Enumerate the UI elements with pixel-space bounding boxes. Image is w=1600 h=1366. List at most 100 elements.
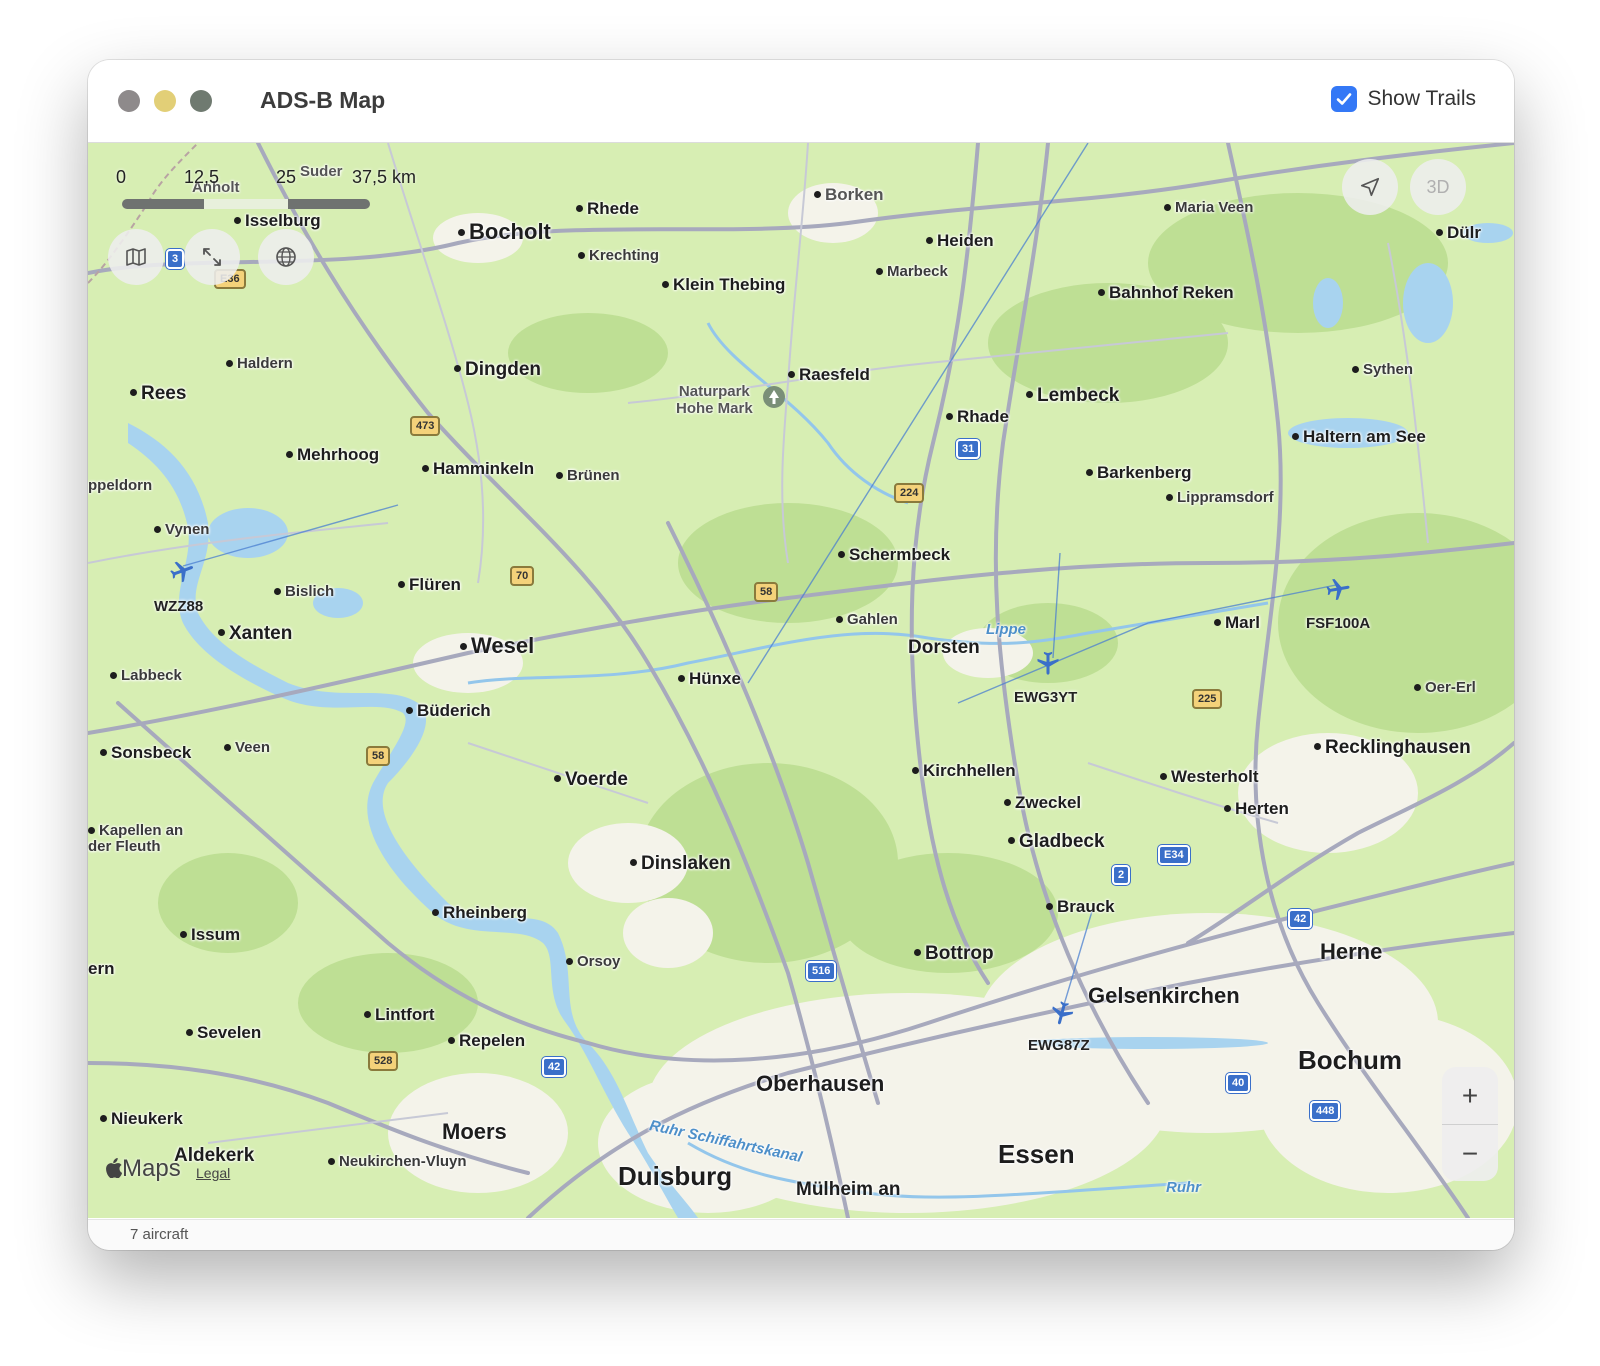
aircraft-callsign: EWG87Z — [1028, 1037, 1090, 1054]
aircraft-marker[interactable] — [1324, 575, 1352, 603]
location-arrow-icon — [1360, 177, 1380, 197]
road-shield: 58 — [754, 582, 779, 602]
map-type-button[interactable] — [108, 229, 164, 285]
close-button[interactable] — [118, 90, 140, 112]
place-label: Rees — [130, 383, 186, 405]
road-shield: 225 — [1192, 689, 1223, 709]
place-label: Bahnhof Reken — [1098, 283, 1234, 303]
place-label: Orsoy — [566, 953, 620, 970]
airplane-icon — [1326, 578, 1350, 601]
three-d-button[interactable]: 3D — [1410, 159, 1466, 215]
road-shield: 448 — [1310, 1101, 1341, 1121]
legal-link[interactable]: Legal — [196, 1165, 230, 1181]
place-label: Aldekerk — [174, 1145, 255, 1166]
road-shield: 70 — [510, 566, 535, 586]
place-label: Suder — [300, 163, 343, 180]
road-shield: E34 — [1158, 845, 1190, 865]
place-label: Schermbeck — [838, 545, 950, 565]
place-label: Vynen — [154, 521, 209, 538]
place-label: Mülheim an — [796, 1179, 901, 1200]
show-trails-label: Show Trails — [1367, 87, 1476, 110]
place-label: Gahlen — [836, 611, 898, 628]
place-label: Bislich — [274, 583, 334, 600]
airplane-icon — [1037, 651, 1059, 675]
scale-label: 0 — [116, 167, 127, 187]
place-label: Gladbeck — [1008, 831, 1105, 853]
place-label: Lippramsdorf — [1166, 489, 1274, 506]
place-label: Westerholt — [1160, 767, 1259, 787]
maps-attribution: Maps — [104, 1155, 181, 1183]
aircraft-callsign: EWG3YT — [1014, 689, 1078, 706]
place-label: Oer-Erl — [1414, 679, 1476, 696]
place-label: Bochum — [1298, 1045, 1402, 1075]
river-label: Ruhr — [1166, 1179, 1201, 1196]
airplane-icon — [170, 561, 194, 583]
place-label: Recklinghausen — [1314, 737, 1471, 759]
status-bar: 7 aircraft — [88, 1219, 1514, 1250]
show-trails-toggle[interactable]: Show Trails — [1331, 86, 1476, 112]
place-label: Essen — [998, 1139, 1075, 1169]
road-shield: 3 — [166, 249, 185, 269]
place-label: Sonsbeck — [100, 743, 191, 763]
place-label: Wesel — [460, 633, 534, 659]
aircraft-marker[interactable] — [168, 557, 196, 585]
road-shield: 31 — [956, 439, 981, 459]
expand-button[interactable] — [184, 229, 240, 285]
place-label: Isselburg — [234, 211, 321, 231]
location-button[interactable] — [1342, 159, 1398, 215]
zoom-control: + − — [1442, 1067, 1498, 1181]
place-label: Rhede — [576, 199, 639, 219]
globe-button[interactable] — [258, 229, 314, 285]
place-label: Neukirchen-Vluyn — [328, 1153, 467, 1170]
window-title: ADS-B Map — [260, 87, 386, 113]
map-view[interactable]: 473 31 224 70 58 225 58 2 E34 42 516 42 … — [88, 143, 1514, 1218]
place-label: Oberhausen — [756, 1071, 885, 1096]
place-label: Haltern am See — [1292, 427, 1426, 447]
place-label: Labbeck — [110, 667, 182, 684]
maximize-button[interactable] — [190, 90, 212, 112]
road-shield: 473 — [410, 416, 441, 436]
road-shield: 528 — [368, 1051, 399, 1071]
aircraft-marker[interactable] — [1034, 649, 1062, 677]
scale-label: 12,5 — [184, 167, 220, 187]
place-label: Mehrhoog — [286, 445, 379, 465]
place-label: Krechting — [578, 247, 659, 264]
maps-attribution-text: Maps — [122, 1155, 181, 1182]
place-label: Sythen — [1352, 361, 1413, 378]
checkmark-icon — [1337, 93, 1352, 105]
show-trails-checkbox[interactable] — [1331, 86, 1358, 112]
place-label: Lembeck — [1026, 385, 1119, 407]
place-label: Brünen — [556, 467, 620, 484]
zoom-in-button[interactable]: + — [1442, 1067, 1498, 1125]
scale-label: 37,5 km — [352, 167, 417, 187]
place-label: Gelsenkirchen — [1088, 983, 1240, 1008]
scale-label: 25 — [276, 167, 297, 187]
place-label: Rhade — [946, 407, 1009, 427]
road-shield: 224 — [894, 483, 925, 503]
park-icon — [763, 386, 785, 408]
place-label: Klein Thebing — [662, 275, 785, 295]
place-label: Barkenberg — [1086, 463, 1191, 483]
place-label: ppeldorn — [88, 477, 153, 494]
aircraft-marker[interactable] — [1048, 999, 1076, 1027]
place-label: Dorsten — [908, 637, 980, 658]
place-label: Büderich — [406, 701, 491, 721]
expand-icon — [203, 248, 221, 266]
minimize-button[interactable] — [154, 90, 176, 112]
place-label: Bocholt — [458, 219, 551, 245]
place-label: Rheinberg — [432, 903, 527, 923]
place-label: Kirchhellen — [912, 761, 1016, 781]
aircraft-callsign: FSF100A — [1306, 615, 1371, 632]
place-label: Brauck — [1046, 897, 1115, 917]
app-window: ADS-B Map Show Trails 473 31 224 70 58 2… — [88, 60, 1514, 1250]
place-label: Heiden — [926, 231, 994, 251]
road-shield: 40 — [1226, 1073, 1251, 1093]
place-label: Voerde — [554, 769, 628, 791]
place-label: Maria Veen — [1164, 199, 1253, 216]
place-label: Sevelen — [186, 1023, 261, 1043]
road-shield: 516 — [806, 961, 837, 981]
road-shield: 42 — [1288, 909, 1313, 929]
place-label: Flüren — [398, 575, 461, 595]
zoom-out-button[interactable]: − — [1442, 1125, 1498, 1181]
place-label: Duisburg — [618, 1161, 733, 1191]
